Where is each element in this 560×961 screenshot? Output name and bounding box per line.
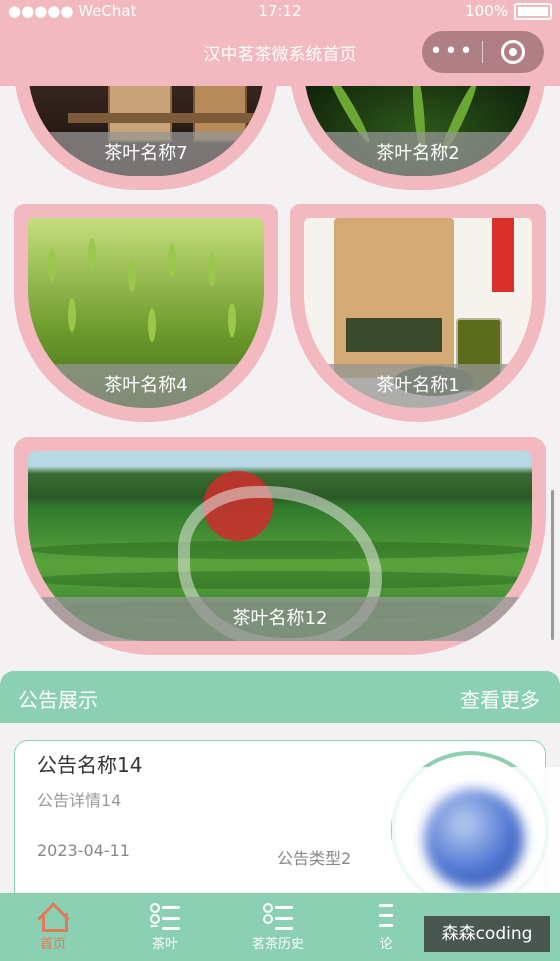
tea-name: 茶叶名称12 [28, 597, 532, 641]
tea-card[interactable]: 茶叶名称12 [14, 437, 546, 655]
status-bar: ●●●●● WeChat 17:12 100% [0, 0, 560, 22]
tea-image: 茶叶名称4 [28, 218, 264, 408]
scrollbar[interactable] [551, 490, 554, 640]
battery-text: 100% [465, 2, 508, 20]
more-menu-button[interactable]: ••• [422, 31, 482, 73]
document-icon [371, 901, 401, 931]
view-more-link[interactable]: 查看更多 [460, 684, 540, 713]
tea-card[interactable]: 茶叶名称4 [14, 204, 278, 422]
tea-card[interactable]: 茶叶名称7 [14, 68, 278, 190]
tea-name: 茶叶名称1 [304, 364, 532, 408]
notice-type: 公告类型2 [277, 849, 352, 868]
tab-label: 茗茶历史 [251, 937, 304, 952]
mini-program-capsule: ••• [422, 31, 544, 73]
tea-name: 茶叶名称2 [304, 132, 532, 176]
notice-section-title: 公告展示 [18, 688, 98, 712]
top-bar: ●●●●● WeChat 17:12 100% 汉中茗茶微系统首页 ••• [0, 0, 560, 86]
notice-name: 公告名称14 [37, 753, 143, 777]
battery-group: 100% [465, 2, 552, 20]
tab-home[interactable]: 首页 [3, 901, 103, 952]
home-icon [38, 901, 68, 932]
battery-icon [514, 2, 552, 20]
tea-image: 茶叶名称1 [304, 218, 532, 408]
notice-header: 公告展示 查看更多 [0, 671, 560, 723]
tea-card[interactable]: 茶叶名称2 [290, 68, 546, 190]
tab-label: 论 [379, 937, 393, 952]
tea-name: 茶叶名称4 [28, 364, 264, 408]
close-program-button[interactable] [483, 40, 543, 64]
tea-name: 茶叶名称7 [28, 132, 264, 176]
list-icon [263, 901, 293, 931]
globe-icon [424, 789, 524, 889]
tab-tea[interactable]: 茶叶 [115, 901, 215, 952]
list-icon [150, 901, 180, 931]
tab-label: 首页 [39, 937, 66, 952]
tab-forum[interactable]: 论 [336, 901, 436, 952]
notice-detail: 公告详情14 [37, 791, 122, 810]
tab-tea-history[interactable]: 茗茶历史 [228, 901, 328, 952]
notice-date: 2023-04-11 [37, 841, 130, 860]
tea-card[interactable]: 茶叶名称1 [290, 204, 546, 422]
tab-label: 茶叶 [151, 937, 178, 952]
target-icon [501, 40, 525, 64]
watermark: 森森coding [424, 916, 550, 952]
